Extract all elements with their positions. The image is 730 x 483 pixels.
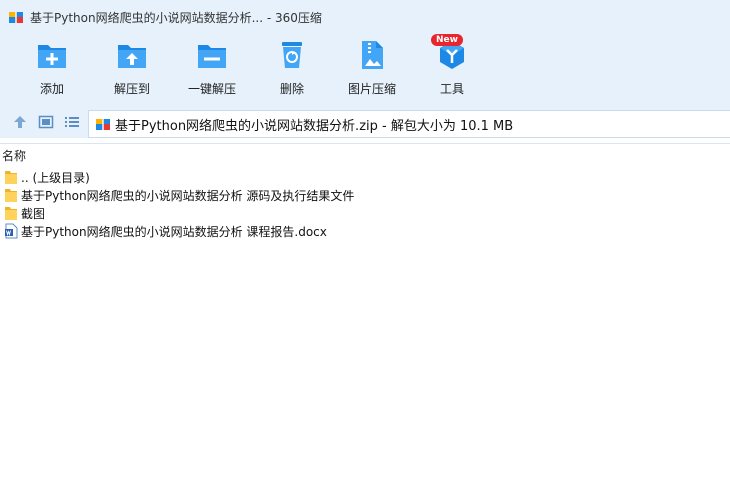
new-badge: New — [431, 34, 463, 46]
path-bar[interactable]: 基于Python网络爬虫的小说网站数据分析.zip - 解包大小为 10.1 M… — [88, 110, 730, 138]
delete-label: 删除 — [279, 82, 304, 96]
zip-archive-icon — [96, 119, 110, 130]
one-click-extract-icon — [198, 45, 226, 68]
add-button[interactable]: 添加 — [13, 38, 91, 100]
list-item-name: 截图 — [21, 206, 46, 221]
window-title: 基于Python网络爬虫的小说网站数据分析... - 360压缩 — [30, 10, 322, 25]
navigation-bar: 基于Python网络爬虫的小说网站数据分析.zip - 解包大小为 10.1 M… — [0, 106, 730, 138]
one-click-extract-button[interactable]: 一键解压 — [173, 38, 251, 100]
list-item[interactable]: 基于Python网络爬虫的小说网站数据分析 课程报告.docx — [0, 222, 730, 240]
image-compress-label: 图片压缩 — [347, 82, 396, 96]
add-label: 添加 — [39, 82, 64, 96]
delete-button[interactable]: 删除 — [253, 38, 331, 100]
extract-to-button[interactable]: 解压到 — [93, 38, 171, 100]
list-item[interactable]: 基于Python网络爬虫的小说网站数据分析 源码及执行结果文件 — [0, 186, 730, 204]
image-compress-button[interactable]: 图片压缩 — [333, 38, 411, 100]
list-item-name: 基于Python网络爬虫的小说网站数据分析 源码及执行结果文件 — [21, 188, 355, 203]
extract-to-label: 解压到 — [113, 82, 150, 96]
up-arrow-icon[interactable] — [12, 114, 28, 130]
tools-button[interactable]: New 工具 — [413, 34, 491, 100]
folder-icon — [5, 171, 17, 184]
tools-label: 工具 — [439, 82, 464, 96]
delete-icon — [282, 42, 302, 68]
folder-icon — [5, 207, 17, 220]
list-item-name: 基于Python网络爬虫的小说网站数据分析 课程报告.docx — [21, 224, 327, 239]
list-item-name: .. (上级目录) — [21, 170, 90, 185]
add-icon — [38, 45, 66, 68]
header-divider — [0, 143, 730, 144]
list-item[interactable]: 截图 — [0, 204, 730, 222]
column-header-name[interactable]: 名称 — [0, 147, 26, 164]
folder-icon — [5, 189, 17, 202]
list-view-icon[interactable] — [64, 114, 80, 130]
list-item[interactable]: .. (上级目录) — [0, 168, 730, 186]
extract-to-icon — [118, 45, 146, 68]
image-compress-icon — [362, 41, 383, 69]
file-list: .. (上级目录) 基于Python网络爬虫的小说网站数据分析 源码及执行结果文… — [0, 168, 730, 240]
toolbar: 添加 解压到 一键解压 删除 图片压缩 New 工具 — [0, 34, 730, 106]
archive-path-text: 基于Python网络爬虫的小说网站数据分析.zip - 解包大小为 10.1 M… — [115, 118, 514, 134]
title-bar: 基于Python网络爬虫的小说网站数据分析... - 360压缩 — [0, 0, 730, 34]
column-header: 名称 — [0, 146, 730, 164]
one-click-extract-label: 一键解压 — [187, 82, 236, 96]
thumbnail-view-icon[interactable] — [38, 114, 54, 130]
archive-app-icon — [9, 12, 23, 23]
word-document-icon — [5, 223, 18, 239]
